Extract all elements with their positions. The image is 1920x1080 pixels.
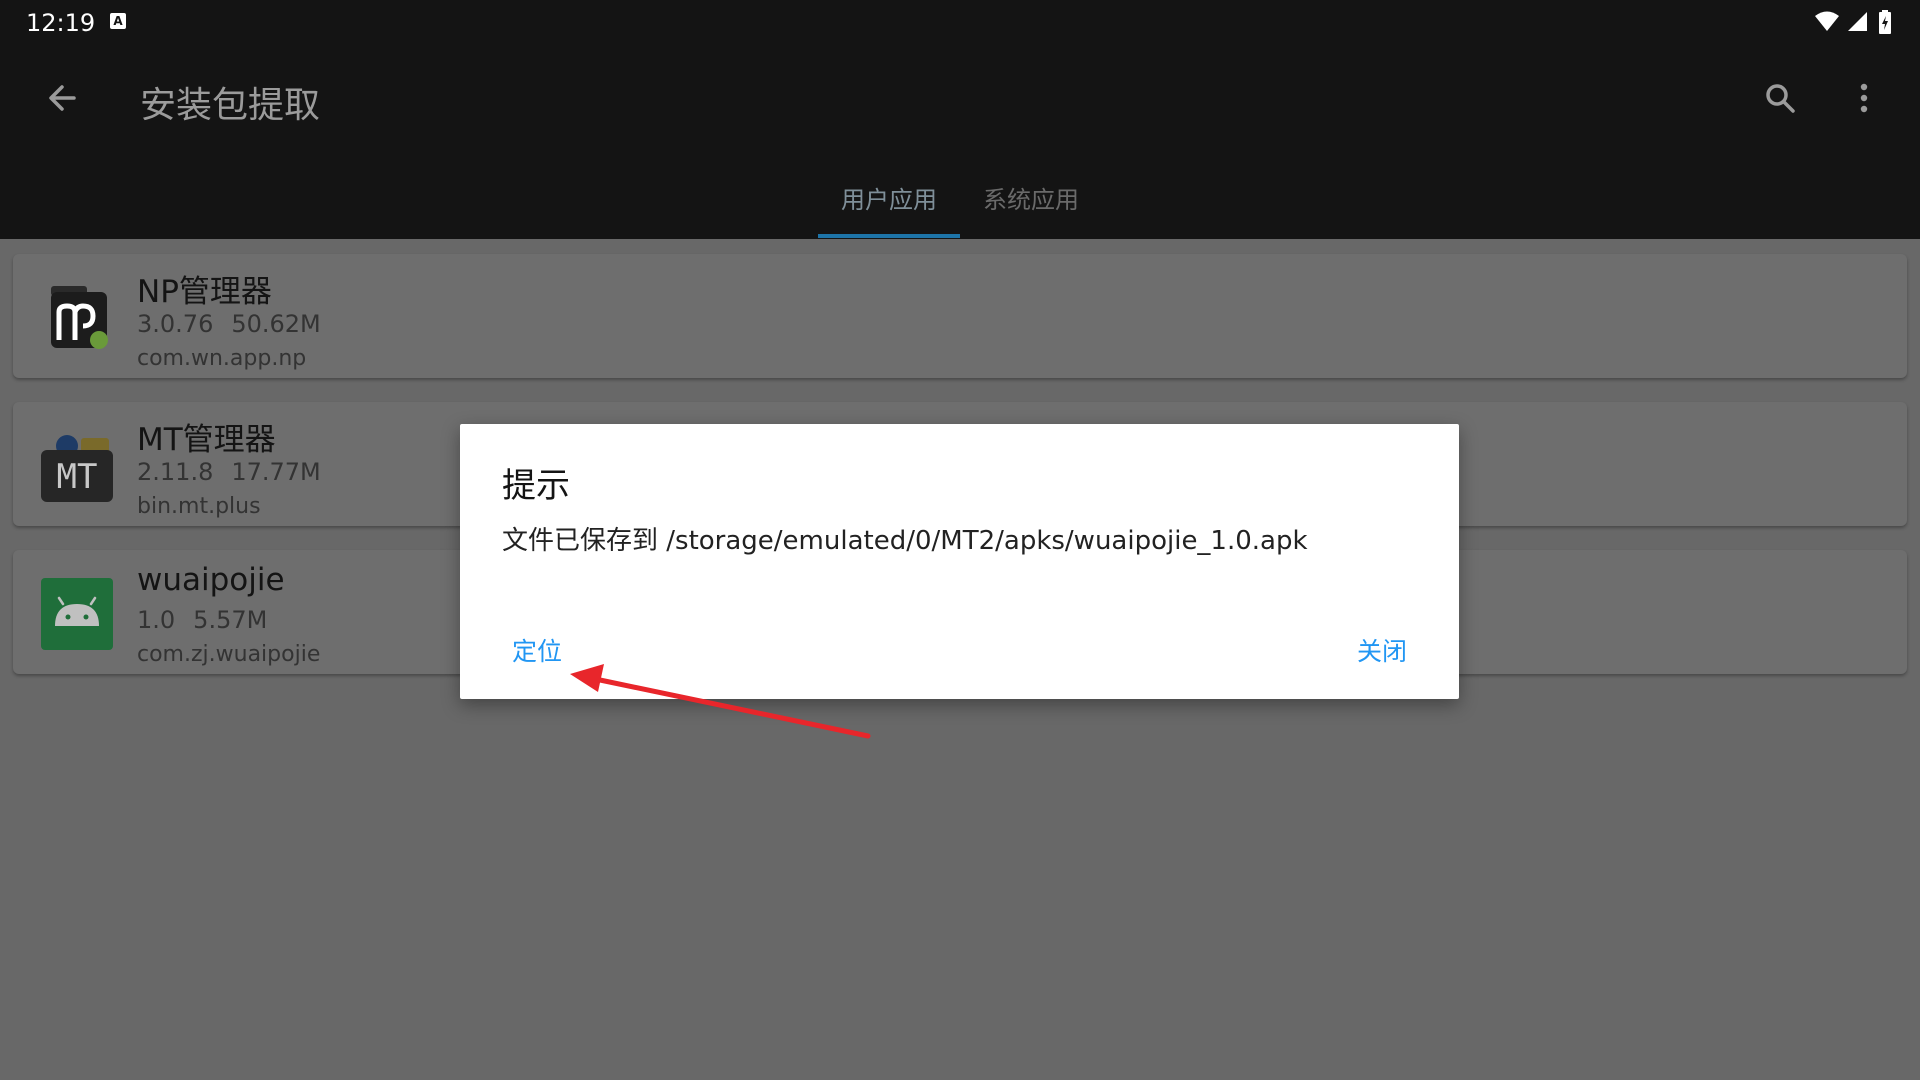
app-size: 17.77M bbox=[231, 458, 321, 486]
app-version: 1.0 bbox=[137, 606, 176, 634]
status-bar: 12:19 A bbox=[0, 0, 1920, 44]
battery-charging-icon bbox=[1879, 10, 1891, 34]
app-package: bin.mt.plus bbox=[137, 494, 261, 519]
search-icon[interactable] bbox=[1756, 74, 1804, 122]
mt-manager-app-icon: MT bbox=[37, 426, 117, 506]
app-size: 5.57M bbox=[193, 606, 268, 634]
app-name: MT管理器 bbox=[137, 422, 276, 458]
a-badge-icon: A bbox=[110, 13, 126, 29]
mt-icon-text: MT bbox=[57, 457, 98, 497]
page-title: 安装包提取 bbox=[140, 85, 321, 126]
app-version: 2.11.8 bbox=[137, 458, 214, 486]
tab-user-apps[interactable]: 用户应用 bbox=[818, 180, 960, 215]
app-size: 50.62M bbox=[231, 310, 321, 338]
app-meta: 1.0 5.57M bbox=[137, 606, 267, 634]
app-list-item[interactable]: NP管理器 3.0.76 50.62M com.wn.app.np bbox=[13, 254, 1907, 378]
app-name: wuaipojie bbox=[137, 562, 285, 598]
app-bar: 安装包提取 用户应用 系统应用 bbox=[0, 44, 1920, 239]
android-app-icon bbox=[37, 574, 117, 654]
locate-button[interactable]: 定位 bbox=[512, 632, 562, 668]
status-time: 12:19 bbox=[26, 9, 96, 37]
save-result-dialog: 提示 文件已保存到 /storage/emulated/0/MT2/apks/w… bbox=[460, 424, 1459, 699]
tab-indicator bbox=[818, 234, 960, 238]
app-meta: 2.11.8 17.77M bbox=[137, 458, 321, 486]
app-meta: 3.0.76 50.62M bbox=[137, 310, 321, 338]
dialog-message: 文件已保存到 /storage/emulated/0/MT2/apks/wuai… bbox=[502, 526, 1308, 556]
tab-system-apps[interactable]: 系统应用 bbox=[960, 180, 1102, 215]
app-package: com.zj.wuaipojie bbox=[137, 642, 321, 667]
app-package: com.wn.app.np bbox=[137, 346, 307, 371]
arrow-back-icon[interactable] bbox=[38, 74, 86, 122]
wifi-icon bbox=[1815, 11, 1839, 31]
app-name: NP管理器 bbox=[137, 274, 272, 310]
signal-icon bbox=[1848, 12, 1867, 31]
more-vert-icon[interactable] bbox=[1840, 74, 1888, 122]
app-version: 3.0.76 bbox=[137, 310, 214, 338]
np-manager-app-icon bbox=[37, 278, 117, 358]
dialog-title: 提示 bbox=[502, 466, 570, 506]
close-button[interactable]: 关闭 bbox=[1357, 632, 1407, 668]
